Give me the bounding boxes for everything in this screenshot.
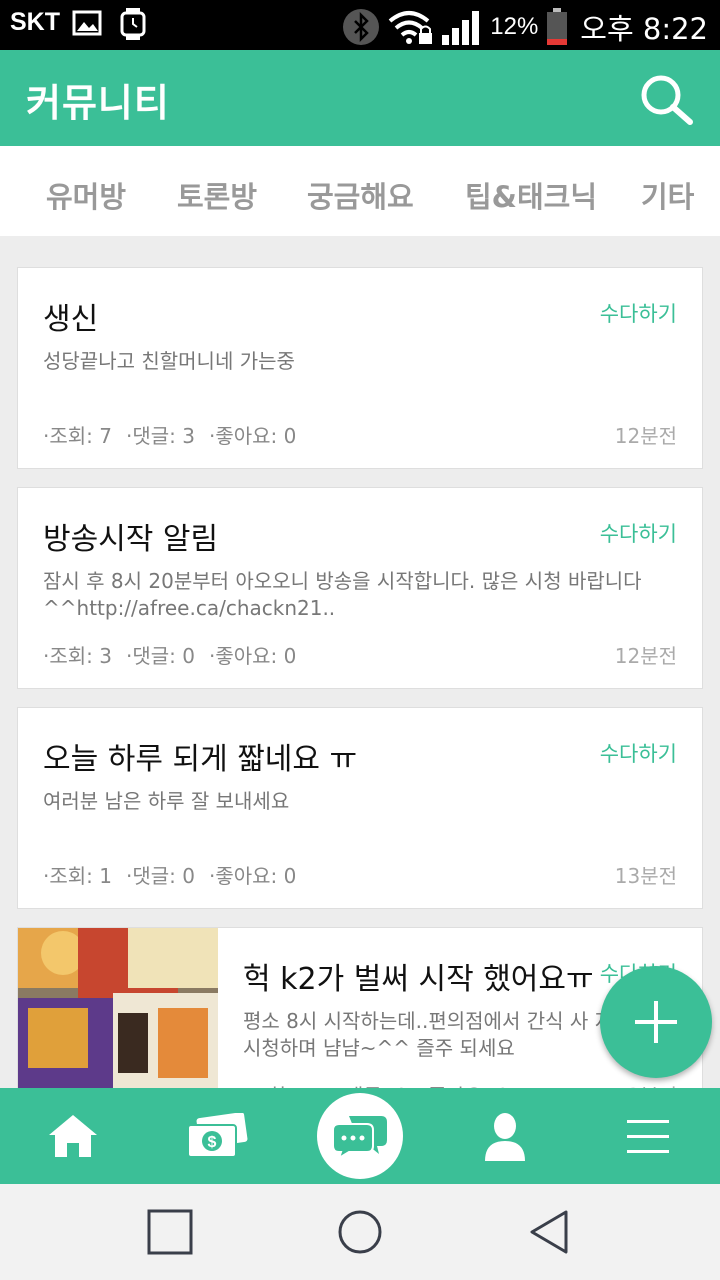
back-icon[interactable]	[522, 1204, 578, 1260]
battery-icon	[547, 8, 568, 45]
post-excerpt: 성당끝나고 친할머니네 가는중	[43, 349, 295, 373]
view-count: ·조회: 3	[43, 644, 112, 668]
home-circle-icon[interactable]	[332, 1204, 388, 1260]
tab-humor[interactable]: 유머방	[46, 174, 126, 216]
view-count: ·조회: 1	[43, 864, 112, 888]
post-title: 생신	[43, 302, 99, 337]
tab-etc[interactable]: 기타	[641, 174, 694, 216]
like-count: ·좋아요: 0	[208, 644, 297, 668]
recent-apps-icon[interactable]	[142, 1204, 198, 1260]
view-count: ·조회: 7	[43, 424, 112, 448]
search-icon[interactable]	[638, 72, 694, 128]
watch-icon	[120, 8, 146, 40]
post-time: 13분전	[614, 864, 677, 888]
category-tabs: 유머방 토론방 궁금해요 팁&태크닉 기타	[0, 146, 720, 236]
chat-action-link[interactable]: 수다하기	[600, 518, 677, 548]
status-bar: SKT 12% 오후 8:22	[0, 0, 720, 50]
battery-percent: 12%	[490, 13, 539, 40]
post-excerpt: 여러분 남은 하루 잘 보내세요	[43, 789, 290, 813]
post-card[interactable]: 생신 수다하기 성당끝나고 친할머니네 가는중 ·조회: 7 ·댓글: 3 ·좋…	[17, 267, 703, 469]
tab-tips[interactable]: 팁&태크닉	[465, 174, 597, 216]
nav-home-button[interactable]	[18, 1088, 128, 1184]
nav-profile-button[interactable]	[450, 1088, 560, 1184]
add-post-button[interactable]	[600, 966, 712, 1078]
gallery-icon	[72, 10, 102, 36]
svg-text:$: $	[208, 1134, 217, 1151]
chat-action-link[interactable]: 수다하기	[600, 738, 677, 768]
signal-icon	[442, 11, 480, 45]
post-time: 12분전	[614, 424, 677, 448]
post-thumbnail	[18, 928, 218, 1088]
menu-icon	[627, 1120, 669, 1153]
comment-count: ·댓글: 3	[125, 424, 195, 448]
carrier-label: SKT	[10, 8, 60, 36]
nav-community-button[interactable]	[305, 1088, 415, 1184]
wifi-lock-icon	[388, 11, 433, 44]
bottom-nav: $	[0, 1088, 720, 1184]
comment-count: ·댓글: 0	[125, 864, 195, 888]
comment-count: ·댓글: 0	[125, 644, 195, 668]
system-nav-bar	[0, 1184, 720, 1280]
chat-icon	[332, 1116, 387, 1160]
post-time: 12분전	[614, 644, 677, 668]
post-stats: ·조회: 1 ·댓글: 0 ·좋아요: 0	[43, 860, 296, 889]
bluetooth-icon	[343, 9, 380, 45]
post-stats: ·조회: 3 ·댓글: 0 ·좋아요: 0	[43, 640, 296, 669]
like-count: ·좋아요: 0	[208, 424, 297, 448]
nav-menu-button[interactable]	[593, 1088, 703, 1184]
clock: 오후 8:22	[580, 12, 708, 46]
profile-icon	[485, 1113, 525, 1161]
post-title: 오늘 하루 되게 짧네요 ㅠ	[43, 742, 358, 777]
app-bar: 커뮤니티	[0, 50, 720, 146]
tab-questions[interactable]: 궁금해요	[307, 174, 414, 216]
post-card[interactable]: 오늘 하루 되게 짧네요 ㅠ 수다하기 여러분 남은 하루 잘 보내세요 ·조회…	[17, 707, 703, 909]
tab-debate[interactable]: 토론방	[177, 174, 257, 216]
page-title: 커뮤니티	[26, 81, 170, 125]
home-icon	[49, 1115, 97, 1157]
money-icon: $	[187, 1113, 248, 1158]
chat-action-link[interactable]: 수다하기	[600, 298, 677, 328]
like-count: ·좋아요: 0	[208, 864, 297, 888]
post-title: 헉 k2가 벌써 시작 했어요ㅠ	[243, 962, 594, 997]
post-stats: ·조회: 7 ·댓글: 3 ·좋아요: 0	[43, 420, 296, 449]
post-title: 방송시작 알림	[43, 522, 219, 557]
nav-money-button[interactable]: $	[162, 1088, 272, 1184]
post-excerpt: 잠시 후 8시 20분부터 아오오니 방송을 시작합니다. 많은 시청 바랍니다…	[43, 569, 642, 620]
post-card[interactable]: 방송시작 알림 수다하기 잠시 후 8시 20분부터 아오오니 방송을 시작합니…	[17, 487, 703, 689]
